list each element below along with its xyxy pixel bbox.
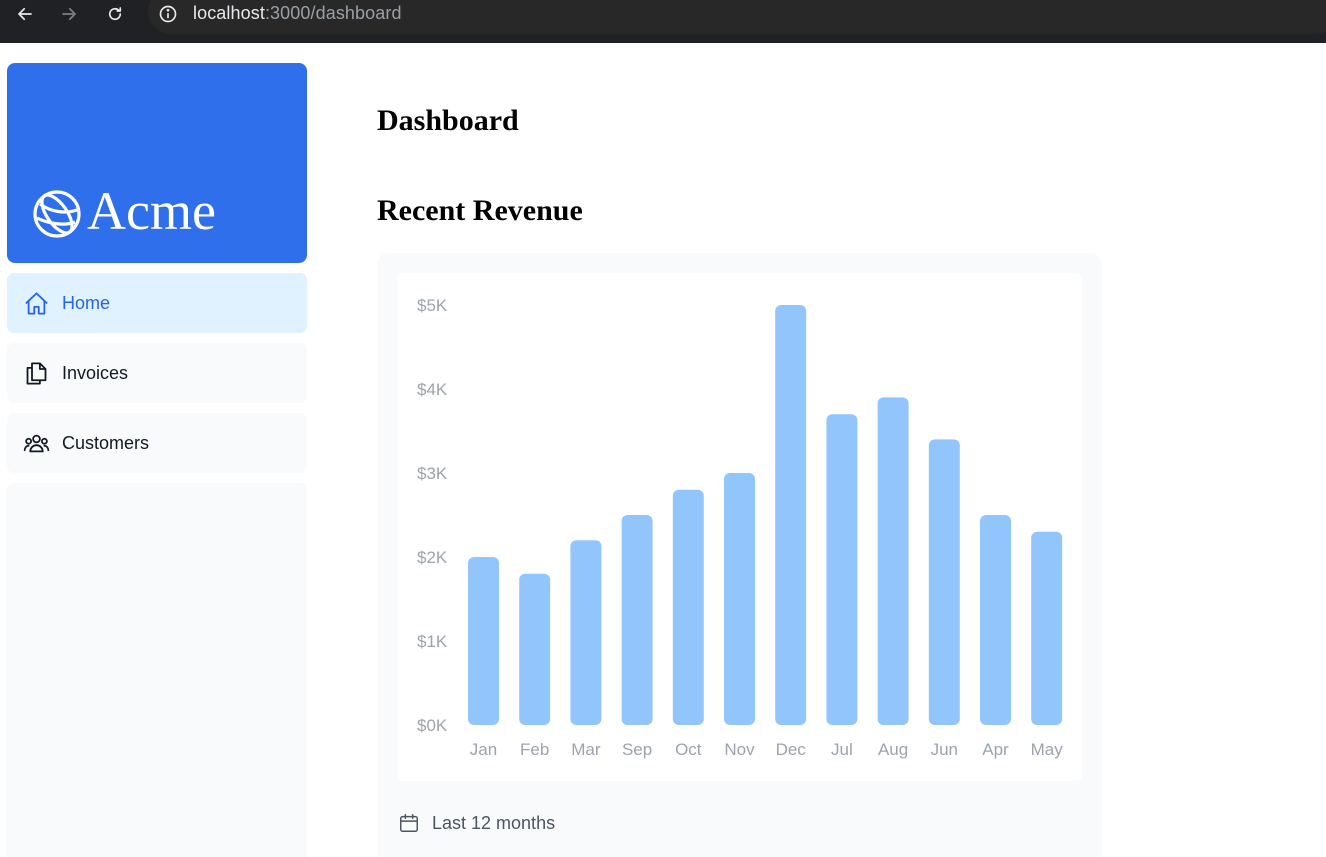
sidebar-item-customers[interactable]: Customers (7, 413, 307, 473)
arrow-left-icon[interactable] (14, 3, 36, 25)
y-tick-label: $0K (417, 716, 448, 735)
footer-label: Last 12 months (432, 813, 556, 833)
sidebar-item-label: Home (62, 293, 111, 313)
logo-text: Acme (87, 181, 216, 241)
x-tick-label: Nov (724, 740, 755, 759)
acme-logo[interactable]: Acme (7, 63, 307, 263)
sidebar-item-home[interactable]: Home (7, 273, 307, 333)
chart-svg: $5K $4K $3K $2K $1K $0K Jan Feb Mar Sep Oct Nov Dec J… (417, 296, 1064, 759)
y-tick-label: $3K (417, 464, 448, 483)
x-tick-label: Dec (776, 740, 807, 759)
bar-aug (877, 397, 909, 725)
x-tick-label: Jun (931, 740, 958, 759)
url-text[interactable]: localhost:3000/dashboard (193, 3, 402, 24)
url-host: localhost (193, 3, 265, 23)
x-tick-label: Feb (520, 740, 549, 759)
y-tick-label: $5K (417, 296, 448, 315)
y-tick-label: $4K (417, 380, 448, 399)
y-tick-label: $2K (417, 548, 448, 567)
x-tick-label: Jan (470, 740, 497, 759)
globe-icon (33, 190, 81, 238)
bar-nov (724, 473, 755, 725)
info-icon[interactable] (158, 4, 178, 24)
bar-may (1031, 531, 1063, 725)
x-tick-label: May (1031, 740, 1064, 759)
reload-icon[interactable] (104, 3, 126, 25)
home-icon (25, 292, 48, 315)
x-tick-label: Aug (878, 740, 908, 759)
bar-mar (570, 540, 602, 725)
sidebar-item-label: Invoices (62, 363, 129, 383)
arrow-right-icon[interactable] (58, 3, 80, 25)
bar-apr (980, 515, 1011, 725)
document-duplicate-icon (26, 362, 47, 385)
url-path: :3000/dashboard (264, 3, 402, 23)
bar-jun (928, 439, 960, 725)
sidebar-item-label: Customers (62, 433, 150, 453)
calendar-icon (400, 814, 418, 832)
bar-oct (672, 489, 704, 725)
bar-sep (621, 515, 653, 725)
bar-feb (519, 573, 551, 725)
page-title: Dashboard (377, 104, 519, 137)
y-tick-label: $1K (417, 632, 448, 651)
user-group-icon (23, 434, 50, 453)
bar-jan (468, 557, 499, 725)
sidebar-spacer (7, 483, 307, 857)
x-tick-label: Jul (831, 740, 853, 759)
sidebar-item-invoices[interactable]: Invoices (7, 343, 307, 403)
x-tick-label: Mar (571, 740, 601, 759)
browser-toolbar: localhost:3000/dashboard (0, 0, 1326, 43)
bar-jul (826, 414, 858, 725)
bar-dec (775, 305, 807, 725)
x-tick-label: Oct (675, 740, 702, 759)
x-tick-label: Sep (622, 740, 652, 759)
revenue-chart: $5K $4K $3K $2K $1K $0K Jan Feb Mar Sep Oct Nov Dec J… (397, 273, 1082, 781)
x-tick-label: Apr (982, 740, 1009, 759)
section-title: Recent Revenue (377, 194, 583, 227)
